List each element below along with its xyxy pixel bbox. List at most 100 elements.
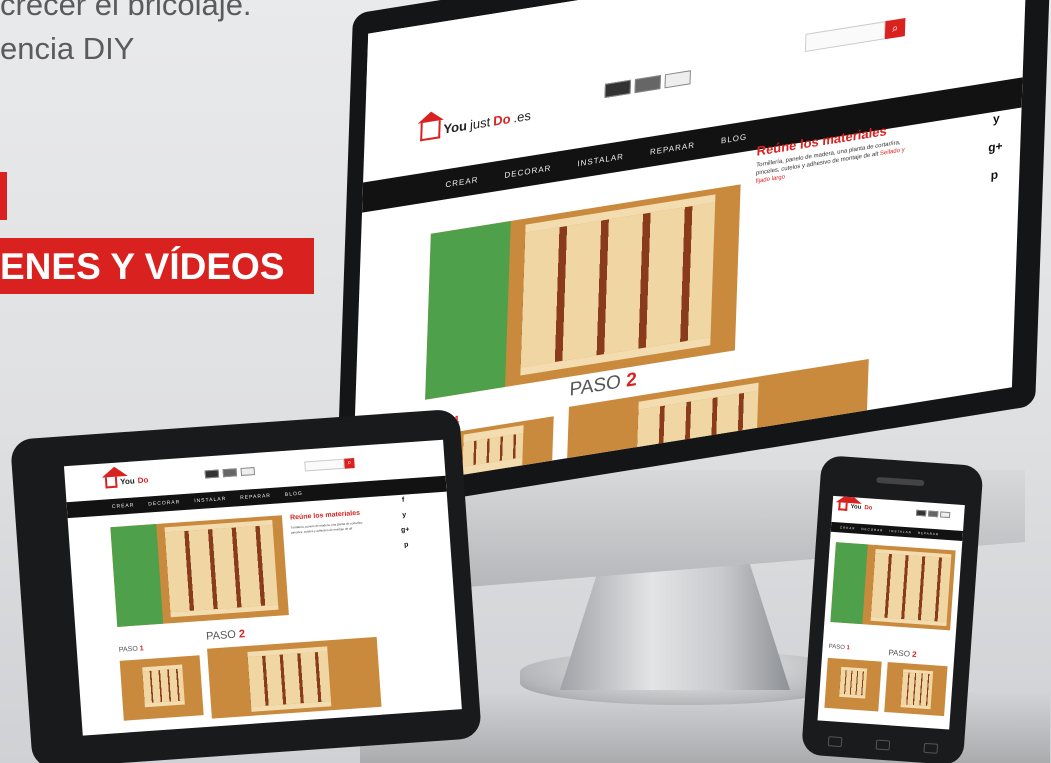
phone-home-button[interactable]	[875, 739, 891, 751]
phone-paso1-image	[824, 657, 882, 712]
menu-item-decorar[interactable]: DECORAR	[491, 161, 564, 182]
house-icon	[420, 120, 441, 142]
tablet-tools-photo	[110, 524, 164, 627]
phone-paso2-number: 2	[911, 649, 917, 660]
tablet-paso2-pallet	[247, 646, 332, 712]
phone-paso1-pallet	[839, 666, 868, 699]
tablet-paso1-number: 1	[139, 645, 144, 653]
phone-brand-3	[939, 511, 951, 519]
tablet-paso2-image	[207, 636, 382, 719]
phone-house-icon	[838, 502, 848, 511]
search-input[interactable]	[804, 21, 886, 53]
tablet-site-logo[interactable]: You Do	[104, 474, 149, 489]
logo-do: Do	[492, 110, 511, 129]
phone-screen: You Do CREAR DECORAR INSTALAR REPARAR PAS…	[817, 495, 965, 730]
phone-paso2-image	[884, 662, 948, 717]
menu-item-instalar[interactable]: INSTALAR	[564, 149, 637, 170]
phone-logo-do: Do	[864, 505, 873, 512]
tablet-menu-instalar[interactable]: INSTALAR	[187, 496, 233, 505]
phone-back-button[interactable]	[827, 736, 843, 748]
promo-headline-line1: crecer el bricolaje.	[0, 0, 252, 22]
tablet-twitter-icon[interactable]: y	[398, 511, 410, 519]
tablet-materials-image	[110, 515, 289, 627]
phone-paso1-label: PASO	[828, 643, 846, 652]
facebook-icon[interactable]: f	[987, 82, 1007, 99]
paso2-number: 2	[625, 368, 638, 392]
tablet-pallet-photo	[164, 519, 279, 618]
phone-menu-button[interactable]	[923, 742, 939, 754]
tablet-menu-blog[interactable]: BLOG	[278, 490, 310, 498]
tablet-social-bar: f y g+ p	[397, 496, 413, 549]
tablet-paso1-label: PASO	[118, 645, 139, 654]
paso2-label: PASO	[569, 371, 622, 401]
tools-photo	[425, 220, 511, 400]
paso1-pallet	[462, 425, 524, 475]
tablet-menu-reparar[interactable]: REPARAR	[233, 492, 278, 501]
phone-site-logo[interactable]: You Do	[838, 502, 872, 512]
brand-logo-3	[664, 70, 691, 89]
tablet-brand-2	[222, 468, 238, 478]
tablet-pinterest-icon[interactable]: p	[400, 541, 412, 549]
logo-you: You	[443, 117, 468, 137]
phone-menu-reparar[interactable]: REPARAR	[915, 531, 942, 537]
tablet-facebook-icon[interactable]: f	[397, 496, 409, 504]
tablet-menu-crear[interactable]: CREAR	[105, 502, 142, 511]
tablet-google-plus-icon[interactable]: g+	[399, 526, 411, 534]
phone-brand-logos	[915, 509, 951, 519]
tablet-brand-logos	[204, 467, 256, 479]
tablet-paso1-pallet	[142, 664, 185, 708]
tablet-materials-title: Reúne los materiales	[289, 509, 361, 522]
menu-item-reparar[interactable]: REPARAR	[637, 138, 708, 158]
tablet-search-input[interactable]	[304, 458, 345, 472]
monitor-stand	[560, 560, 790, 690]
paso2-pallet	[636, 382, 759, 463]
phone-menu-decorar[interactable]: DECORAR	[858, 527, 886, 533]
promo-badge: ENES Y VÍDEOS	[0, 238, 315, 294]
phone-brand-2	[927, 510, 939, 518]
tablet-logo-do: Do	[137, 475, 149, 486]
phone-menu-instalar[interactable]: INSTALAR	[886, 529, 915, 535]
phone-paso2-heading: PASO 2	[888, 648, 917, 659]
phone-paso2-label: PASO	[888, 648, 911, 659]
tablet-search-button[interactable]: ⌕	[344, 458, 355, 469]
tablet-device: You Do ⌕ CREAR DECORAR INSTALAR REPARAR B…	[10, 408, 482, 763]
materials-image	[425, 184, 741, 400]
tablet-menu-decorar[interactable]: DECORAR	[141, 499, 187, 508]
phone-paso2-pallet	[900, 669, 934, 710]
tablet-house-icon	[104, 476, 118, 489]
logo-just: just	[469, 113, 491, 132]
tablet-screen: You Do ⌕ CREAR DECORAR INSTALAR REPARAR B…	[63, 439, 462, 736]
twitter-icon[interactable]: y	[986, 110, 1006, 127]
phone-pallet-photo	[870, 548, 952, 627]
menu-item-blog[interactable]: BLOG	[708, 130, 761, 147]
brand-logo-2	[634, 74, 661, 94]
promo-headline-line2: encia DIY	[0, 31, 135, 66]
phone-logo-you: You	[850, 504, 862, 511]
brand-logo-1	[604, 79, 631, 98]
site-logo[interactable]: You just Do .es	[420, 106, 531, 142]
site-header: You just Do .es ⌕	[366, 0, 1028, 142]
tablet-brand-3	[240, 467, 256, 476]
promo-red-mark	[0, 172, 7, 220]
tablet-brand-1	[204, 469, 220, 479]
phone-paso1-number: 1	[846, 645, 851, 652]
menu-item-crear[interactable]: CREAR	[432, 173, 491, 191]
pallet-photo	[520, 194, 716, 376]
search-button[interactable]: ⌕	[884, 17, 906, 40]
phone-tools-photo	[830, 542, 868, 625]
phone-speaker	[876, 476, 925, 487]
phone-device: You Do CREAR DECORAR INSTALAR REPARAR PAS…	[801, 455, 984, 763]
phone-menu-crear[interactable]: CREAR	[837, 525, 859, 530]
google-plus-icon[interactable]: g+	[985, 138, 1005, 155]
pinterest-icon[interactable]: p	[984, 166, 1004, 183]
phone-brand-1	[915, 509, 927, 517]
tablet-paso2-number: 2	[238, 628, 246, 641]
tablet-paso1-image	[119, 655, 204, 721]
brand-logos	[604, 70, 691, 98]
phone-materials-image	[830, 542, 956, 631]
tablet-paso2-label: PASO	[205, 628, 237, 643]
tablet-logo-you: You	[119, 476, 135, 487]
tablet-paso1-heading: PASO 1	[119, 645, 144, 654]
phone-paso1-heading: PASO 1	[828, 644, 850, 651]
social-bar: f y g+ p	[984, 82, 1007, 184]
